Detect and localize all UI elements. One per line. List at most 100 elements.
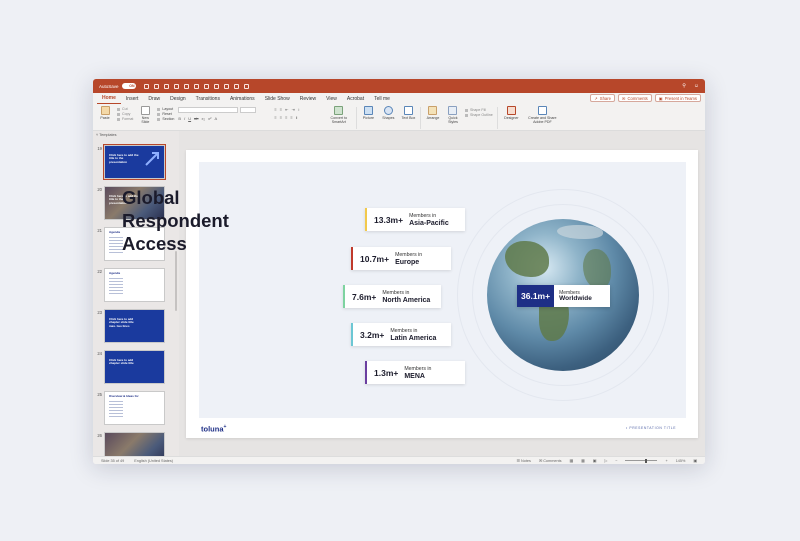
present-teams-button[interactable]: ▣ Present in Teams	[654, 94, 701, 102]
print-icon[interactable]	[163, 83, 169, 89]
redo-icon[interactable]	[183, 83, 189, 89]
slide-thumbnail-row[interactable]: 19 Click here to add the title to the pre…	[93, 144, 179, 180]
tab-home[interactable]: Home	[97, 93, 121, 104]
bullets-icon[interactable]: ≡	[274, 107, 276, 112]
subscript-icon[interactable]: x₂	[202, 116, 206, 121]
chart-icon[interactable]	[233, 83, 239, 89]
font-size-select[interactable]	[240, 107, 257, 113]
format-button[interactable]: Format	[117, 117, 133, 121]
panel-header[interactable]: ˅ Templates	[93, 131, 179, 139]
slide-thumbnail[interactable]: Agenda	[104, 268, 165, 302]
shapes-icon[interactable]	[213, 83, 219, 89]
region-card[interactable]: 10.7m+ Members in Europe	[351, 247, 451, 270]
copy-icon[interactable]	[193, 83, 199, 89]
shape-outline-button[interactable]: Shape Outline	[465, 113, 493, 117]
outdent-icon[interactable]: ⇥	[291, 107, 294, 112]
adobe-pdf-button[interactable]: Create and Share Adobe PDF	[525, 104, 559, 124]
zoom-in-icon[interactable]: +	[665, 459, 667, 463]
region-card[interactable]: 7.6m+ Members in North America	[343, 285, 441, 308]
line-spacing-icon[interactable]: ↕	[298, 107, 300, 112]
slide-thumbnail-row[interactable]: 24 Click here to add chapter slide title	[93, 350, 179, 384]
fit-slide-icon[interactable]: ▣	[693, 458, 697, 463]
zoom-level[interactable]: 145%	[676, 459, 686, 463]
tab-animations[interactable]: Animations	[225, 93, 260, 104]
sorter-view-icon[interactable]: ▦	[581, 458, 585, 463]
notes-button[interactable]: ☰ Notes	[517, 458, 531, 463]
slide-thumbnail-row[interactable]: 25 Overview & Ideas for	[93, 391, 179, 425]
autosave-toggle[interactable]: ON	[121, 83, 136, 89]
shapes-button[interactable]: Shapes	[380, 104, 396, 120]
comments-button[interactable]: ✉ Comments	[617, 94, 652, 102]
language-indicator[interactable]: English (United States)	[134, 459, 173, 463]
justify-icon[interactable]: ≡	[290, 115, 292, 120]
grid-icon[interactable]	[243, 83, 249, 89]
font-color-icon[interactable]: A	[214, 116, 217, 121]
slide-thumbnail[interactable]: Click here to add the title to the prese…	[103, 144, 166, 180]
slide-thumbnail-row[interactable]: 22 Agenda	[93, 268, 179, 302]
convert-smartart-button[interactable]: Convert to SmartArt	[326, 104, 352, 124]
new-slide-button[interactable]: New Slide	[137, 104, 153, 124]
region-card[interactable]: 1.3m+ Members in MENA	[365, 361, 465, 384]
profile-icon[interactable]: ☺	[694, 83, 699, 89]
zoom-out-icon[interactable]: −	[615, 459, 617, 463]
comments-status-button[interactable]: ✉ Comments	[539, 458, 562, 463]
slide-thumbnail[interactable]: Click here to add chapter slide title ma…	[104, 309, 165, 343]
bold-icon[interactable]: B	[178, 116, 181, 121]
layout-button[interactable]: Layout	[157, 107, 174, 111]
paste-button[interactable]: Paste	[97, 104, 113, 120]
slide-thumbnail[interactable]: Overview & Ideas for	[104, 391, 165, 425]
region-card[interactable]: 3.2m+ Members in Latin America	[351, 323, 451, 346]
normal-view-icon[interactable]: ▦	[570, 458, 574, 463]
tab-design[interactable]: Design	[165, 93, 191, 104]
worldwide-card[interactable]: 36.1m+ Members Worldwide	[517, 285, 610, 307]
strike-icon[interactable]: ab	[194, 116, 198, 121]
superscript-icon[interactable]: x²	[208, 116, 211, 121]
tab-insert[interactable]: Insert	[121, 93, 144, 104]
tab-view[interactable]: View	[321, 93, 342, 104]
arrange-button[interactable]: Arrange	[425, 104, 441, 120]
present-icon[interactable]	[203, 83, 209, 89]
designer-button[interactable]: Designer	[501, 104, 521, 120]
tab-acrobat[interactable]: Acrobat	[342, 93, 369, 104]
italic-icon[interactable]: I	[184, 116, 185, 121]
indent-icon[interactable]: ⇤	[285, 107, 288, 112]
textbox-button[interactable]: Text Box	[400, 104, 416, 120]
align-right-icon[interactable]: ≡	[285, 115, 287, 120]
save-icon[interactable]	[153, 83, 159, 89]
slide-thumbnail-row[interactable]: 26	[93, 432, 179, 456]
region-card[interactable]: 13.3m+ Members in Asia-Pacific	[365, 208, 465, 231]
underline-icon[interactable]: U	[188, 116, 191, 121]
numbering-icon[interactable]: ≡	[280, 107, 282, 112]
search-icon[interactable]: ⚲	[682, 83, 686, 89]
columns-icon[interactable]: ‖	[296, 115, 298, 120]
font-name-select[interactable]	[178, 107, 239, 113]
undo-icon[interactable]	[173, 83, 179, 89]
slide-thumbnail[interactable]: Click here to add chapter slide title	[104, 350, 165, 384]
slideshow-view-icon[interactable]: ▷	[604, 458, 607, 463]
tab-review[interactable]: Review	[295, 93, 321, 104]
reset-button[interactable]: Reset	[157, 112, 174, 116]
table-icon[interactable]	[223, 83, 229, 89]
home-icon[interactable]	[143, 83, 149, 89]
share-button[interactable]: ↗ Share	[590, 94, 615, 102]
slide-thumbnail[interactable]	[104, 432, 165, 456]
panel-scrollbar[interactable]	[175, 251, 177, 311]
tab-draw[interactable]: Draw	[143, 93, 165, 104]
slide-title[interactable]: Global Respondent Access	[122, 186, 262, 255]
cut-button[interactable]: Cut	[117, 107, 133, 111]
tab-tell-me[interactable]: Tell me	[369, 93, 395, 104]
align-left-icon[interactable]: ≡	[274, 115, 276, 120]
section-button[interactable]: Section	[157, 117, 174, 121]
picture-button[interactable]: Picture	[360, 104, 376, 120]
zoom-knob[interactable]	[645, 458, 648, 463]
copy-button[interactable]: Copy	[117, 112, 133, 116]
zoom-slider[interactable]	[625, 458, 658, 463]
reading-view-icon[interactable]: ▣	[593, 458, 597, 463]
align-center-icon[interactable]: ≡	[280, 115, 282, 120]
slide-thumbnail-row[interactable]: 23 Click here to add chapter slide title …	[93, 309, 179, 343]
quick-styles-button[interactable]: Quick Styles	[445, 104, 461, 124]
autosave[interactable]: AutoSave ON	[99, 83, 136, 89]
tab-slide-show[interactable]: Slide Show	[260, 93, 295, 104]
tab-transitions[interactable]: Transitions	[191, 93, 225, 104]
shape-fill-button[interactable]: Shape Fill	[465, 108, 493, 112]
